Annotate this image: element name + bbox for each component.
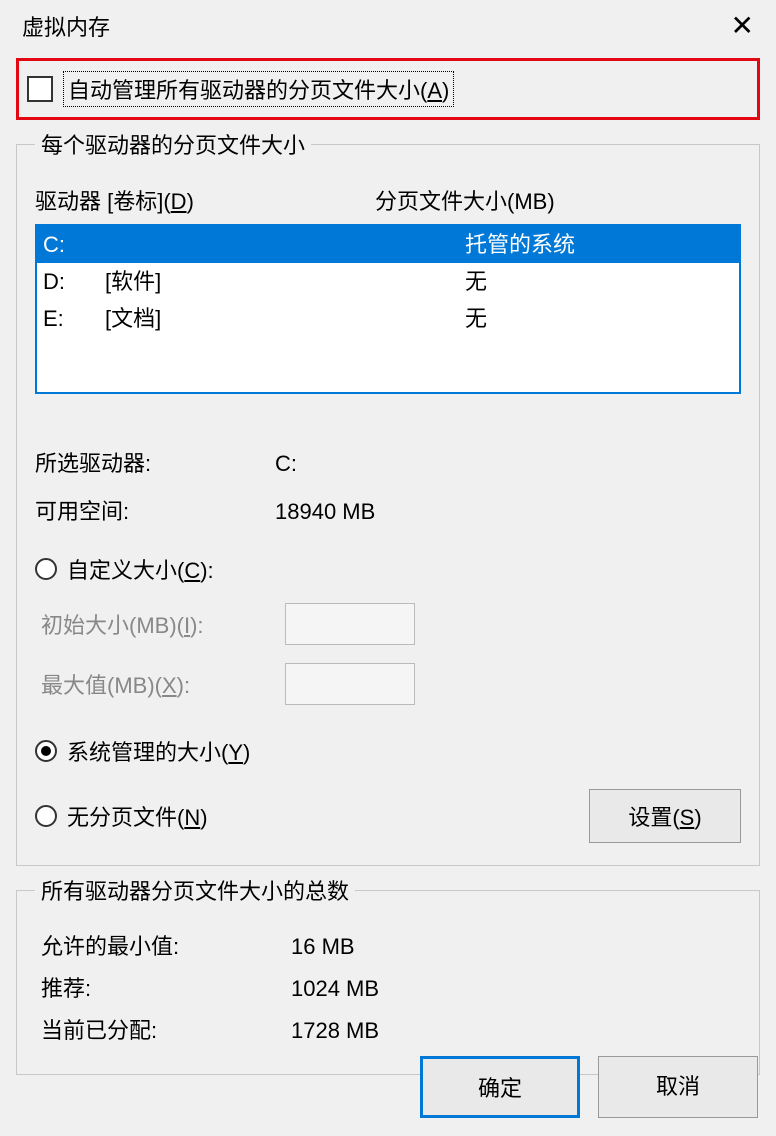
selected-drive-value: C: <box>275 444 297 484</box>
auto-manage-highlight: 自动管理所有驱动器的分页文件大小(A) <box>16 58 760 120</box>
no-paging-radio-row[interactable]: 无分页文件(N) <box>35 800 208 832</box>
per-drive-group: 每个驱动器的分页文件大小 驱动器 [卷标](D) 分页文件大小(MB) C: 托… <box>16 128 760 866</box>
initial-size-input[interactable] <box>285 603 415 645</box>
system-managed-radio[interactable] <box>35 740 57 762</box>
per-drive-legend: 每个驱动器的分页文件大小 <box>35 128 311 160</box>
titlebar: 虚拟内存 ✕ <box>0 0 776 48</box>
selected-drive-row: 所选驱动器: C: <box>35 444 741 484</box>
auto-manage-checkbox[interactable] <box>27 76 53 102</box>
initial-size-row: 初始大小(MB)(I): <box>35 603 741 645</box>
max-size-label: 最大值(MB)(X): <box>35 668 285 700</box>
rec-label: 推荐: <box>41 968 291 1010</box>
max-size-row: 最大值(MB)(X): <box>35 663 741 705</box>
set-button[interactable]: 设置(S) <box>589 789 741 843</box>
free-space-value: 18940 MB <box>275 492 375 532</box>
custom-size-label: 自定义大小(C): <box>67 553 214 585</box>
cancel-button[interactable]: 取消 <box>598 1056 758 1118</box>
custom-size-radio-row[interactable]: 自定义大小(C): <box>35 553 741 585</box>
window-title: 虚拟内存 <box>22 10 110 42</box>
drive-header-col: 驱动器 [卷标](D) <box>35 184 375 216</box>
close-icon[interactable]: ✕ <box>723 12 762 40</box>
rec-row: 推荐: 1024 MB <box>35 968 741 1010</box>
ok-button[interactable]: 确定 <box>420 1056 580 1118</box>
max-size-input[interactable] <box>285 663 415 705</box>
drive-row[interactable]: E: [文档] 无 <box>37 300 739 337</box>
no-paging-radio[interactable] <box>35 805 57 827</box>
footer-buttons: 确定 取消 <box>420 1056 758 1118</box>
drive-headers: 驱动器 [卷标](D) 分页文件大小(MB) <box>35 180 741 224</box>
initial-size-label: 初始大小(MB)(I): <box>35 608 285 640</box>
drive-row[interactable]: D: [软件] 无 <box>37 263 739 300</box>
no-paging-row: 无分页文件(N) 设置(S) <box>35 789 741 843</box>
free-space-row: 可用空间: 18940 MB <box>35 492 741 532</box>
free-space-label: 可用空间: <box>35 492 275 532</box>
system-managed-radio-row[interactable]: 系统管理的大小(Y) <box>35 735 741 767</box>
selected-drive-label: 所选驱动器: <box>35 444 275 484</box>
cur-row: 当前已分配: 1728 MB <box>35 1010 741 1052</box>
auto-manage-label[interactable]: 自动管理所有驱动器的分页文件大小(A) <box>63 71 454 107</box>
drive-list[interactable]: C: 托管的系统 D: [软件] 无 E: [文档] 无 <box>35 224 741 394</box>
cur-value: 1728 MB <box>291 1010 379 1052</box>
rec-value: 1024 MB <box>291 968 379 1010</box>
min-value: 16 MB <box>291 926 355 968</box>
custom-size-radio[interactable] <box>35 558 57 580</box>
drive-row[interactable]: C: 托管的系统 <box>37 226 739 263</box>
min-row: 允许的最小值: 16 MB <box>35 926 741 968</box>
totals-legend: 所有驱动器分页文件大小的总数 <box>35 874 355 906</box>
no-paging-label: 无分页文件(N) <box>67 800 208 832</box>
size-header-col: 分页文件大小(MB) <box>375 184 555 216</box>
totals-group: 所有驱动器分页文件大小的总数 允许的最小值: 16 MB 推荐: 1024 MB… <box>16 874 760 1074</box>
system-managed-label: 系统管理的大小(Y) <box>67 735 250 767</box>
min-label: 允许的最小值: <box>41 926 291 968</box>
cur-label: 当前已分配: <box>41 1010 291 1052</box>
